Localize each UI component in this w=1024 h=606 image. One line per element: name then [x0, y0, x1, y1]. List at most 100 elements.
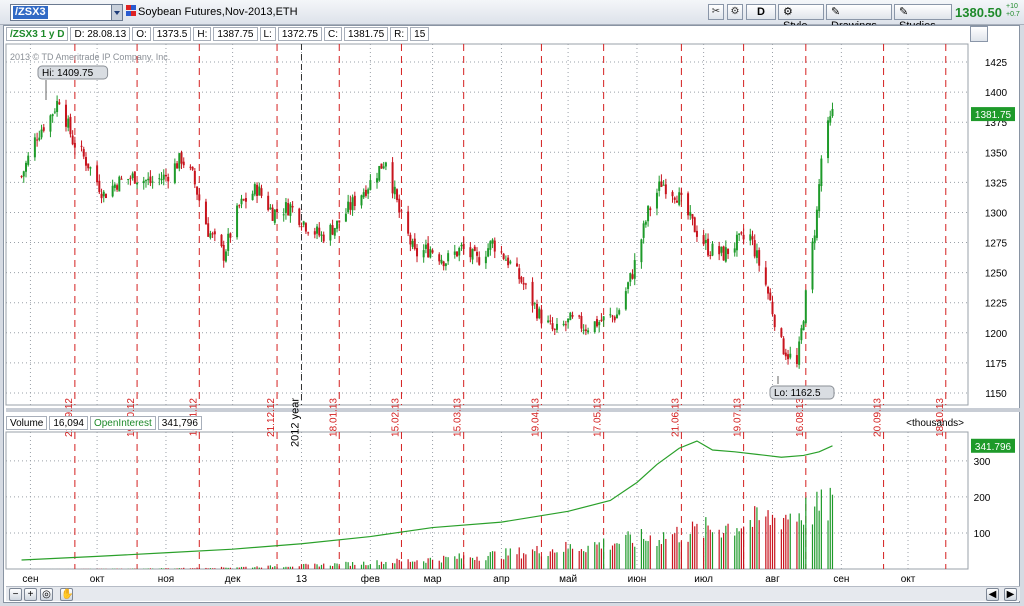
- candle-body: [680, 192, 683, 195]
- candle-body: [787, 354, 790, 360]
- last-price-tag: 1381.75: [975, 110, 1012, 121]
- volume-bar: [323, 563, 325, 569]
- volume-bar: [365, 565, 367, 569]
- volume-bar: [272, 567, 274, 569]
- volume-bar: [743, 526, 745, 569]
- volume-value: 16,094: [49, 416, 88, 430]
- volume-bar: [643, 538, 645, 569]
- x-month-label: сен: [22, 574, 38, 585]
- zoom-in-icon[interactable]: +: [24, 588, 37, 601]
- candle-body: [393, 186, 396, 195]
- candle-body: [267, 195, 270, 210]
- horizontal-scrollbar[interactable]: [6, 586, 1020, 601]
- candle-body: [220, 234, 223, 247]
- candle-body: [535, 303, 538, 319]
- candle-body: [36, 139, 39, 141]
- volume-bar: [394, 563, 396, 569]
- volume-bar: [212, 568, 214, 569]
- candle-body: [349, 202, 352, 210]
- hi-annotation: Hi: 1409.75: [42, 68, 94, 79]
- candle-body: [640, 239, 643, 263]
- candle-body: [522, 282, 525, 285]
- price-y-tick-label: 1350: [985, 148, 1008, 159]
- volume-bar: [687, 541, 689, 569]
- volume-bar: [691, 521, 694, 569]
- volume-bar: [802, 524, 805, 569]
- candle-body: [538, 308, 541, 319]
- candle-body: [598, 322, 601, 326]
- candle-body: [469, 247, 472, 258]
- volume-bar: [269, 565, 271, 569]
- candle-body: [547, 320, 550, 323]
- candle-body: [624, 291, 627, 310]
- candle-body: [211, 233, 214, 235]
- candle-body: [384, 162, 387, 167]
- volume-bar: [549, 551, 551, 569]
- volume-bar: [385, 561, 387, 569]
- volume-bar: [536, 545, 538, 569]
- volume-bar: [749, 520, 751, 569]
- candle-body: [618, 310, 621, 315]
- candle-body: [784, 352, 787, 357]
- hand-tool-icon[interactable]: ✋: [60, 588, 73, 601]
- volume-bar: [709, 529, 711, 569]
- volume-bar: [300, 564, 303, 569]
- volume-bar: [485, 560, 487, 569]
- scroll-left-icon[interactable]: ◀: [986, 588, 999, 601]
- candle-body: [396, 189, 399, 200]
- volume-bar: [771, 514, 774, 569]
- candle-body: [400, 210, 403, 212]
- candle-body: [273, 209, 276, 223]
- candle-body: [502, 253, 505, 259]
- volume-bar: [416, 560, 418, 569]
- volume-bar: [765, 516, 767, 569]
- candle-body: [133, 171, 136, 184]
- candle-body: [655, 192, 658, 209]
- candle-body: [49, 115, 52, 132]
- candle-body: [531, 281, 534, 306]
- volume-bar: [649, 535, 651, 569]
- volume-bar: [567, 549, 569, 569]
- candle-body: [287, 203, 290, 216]
- candle-body: [238, 205, 241, 207]
- candle-body: [569, 312, 572, 321]
- volume-bar: [267, 565, 269, 569]
- x-month-label: апр: [493, 574, 510, 585]
- candle-body: [102, 191, 105, 197]
- candle-body: [727, 248, 730, 255]
- x-month-label: 13: [296, 574, 308, 585]
- volume-bar: [616, 543, 618, 569]
- candle-body: [722, 246, 725, 261]
- event-date-label: 20.09.13: [873, 398, 884, 437]
- volume-bar: [303, 564, 305, 569]
- scroll-right-icon[interactable]: ▶: [1004, 588, 1017, 601]
- candle-body: [615, 314, 618, 319]
- volume-bar: [198, 567, 200, 569]
- candle-body: [198, 194, 201, 201]
- volume-bar: [500, 558, 503, 569]
- candle-body: [627, 282, 630, 289]
- volume-bar: [183, 567, 185, 569]
- volume-bar: [658, 540, 660, 569]
- volume-bar: [189, 568, 192, 569]
- candle-body: [795, 355, 798, 364]
- price-y-tick-label: 1225: [985, 299, 1008, 310]
- volume-bar: [578, 550, 580, 569]
- volume-bar: [811, 524, 814, 569]
- candle-body: [380, 163, 383, 169]
- volume-bar: [407, 559, 409, 569]
- volume-bar: [256, 566, 258, 569]
- volume-bar: [787, 519, 789, 569]
- volume-bar: [603, 538, 605, 569]
- zoom-reset-icon[interactable]: ◎: [40, 588, 53, 601]
- candle-body: [398, 198, 401, 213]
- volume-bar: [254, 567, 256, 569]
- volume-bar: [751, 526, 754, 569]
- zoom-out-icon[interactable]: −: [9, 588, 22, 601]
- candle-body: [773, 315, 776, 328]
- candle-body: [689, 211, 692, 216]
- candle-body: [53, 111, 56, 113]
- volume-bar: [618, 543, 620, 569]
- candle-body: [647, 206, 650, 222]
- volume-bar: [429, 557, 431, 569]
